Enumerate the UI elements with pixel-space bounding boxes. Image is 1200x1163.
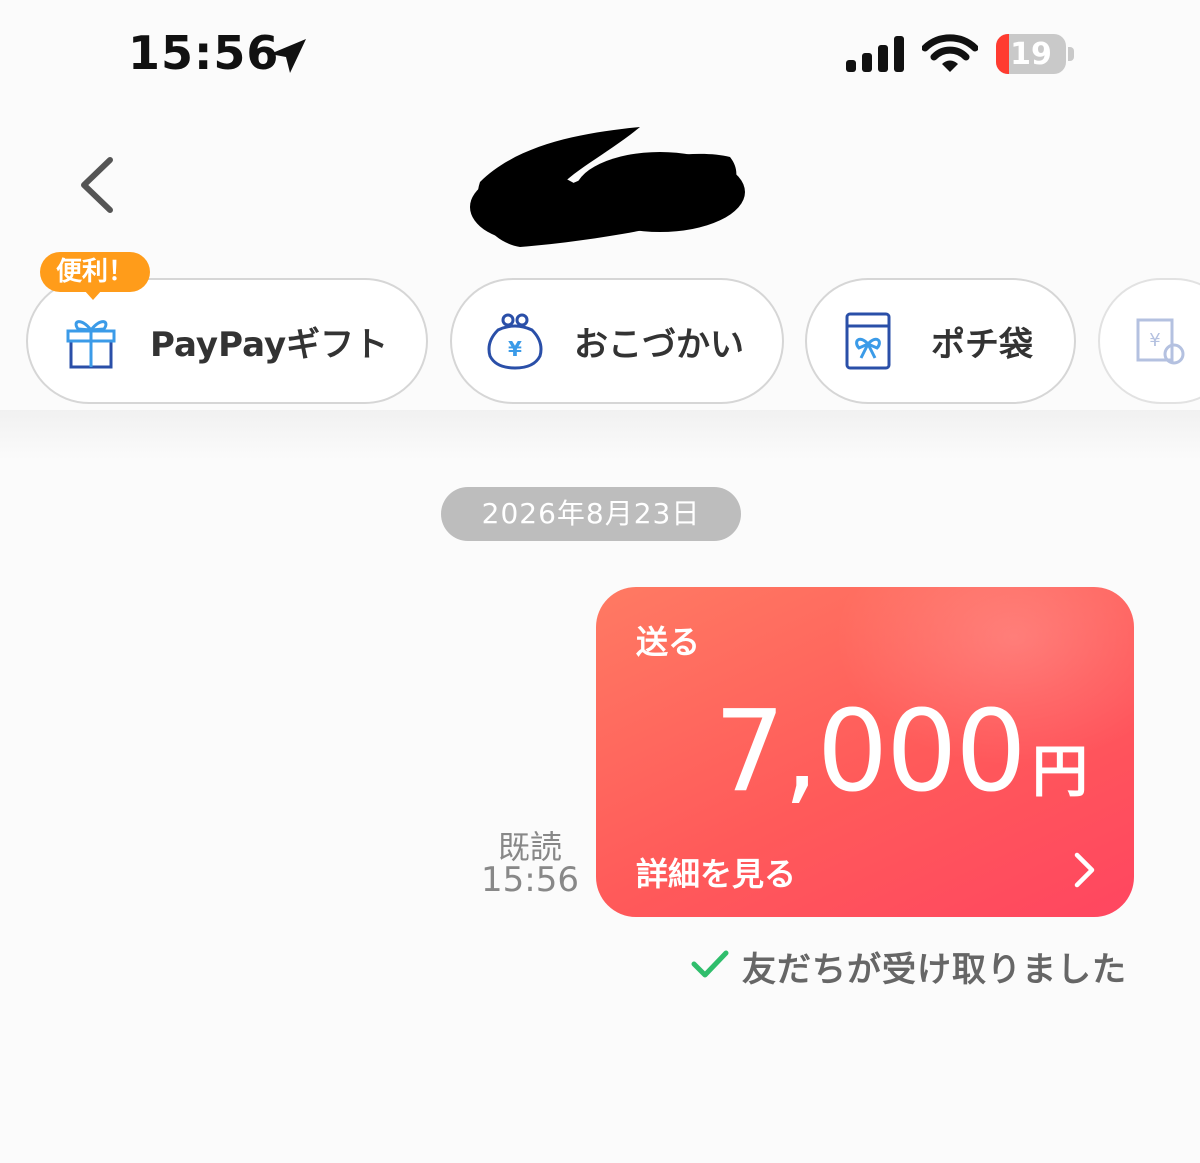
- payment-amount: 7,000: [714, 687, 1027, 817]
- back-button[interactable]: [70, 150, 130, 220]
- location-arrow-icon: [270, 39, 306, 73]
- checkmark-icon: [691, 950, 729, 978]
- payment-type-label: 送る: [636, 623, 701, 661]
- status-time: 15:56: [128, 26, 280, 80]
- contact-name-redaction: [470, 127, 745, 247]
- allowance-label: おこづかい: [574, 324, 744, 365]
- pochi-envelope-button[interactable]: ポチ袋: [805, 278, 1076, 404]
- battery-percentage: 19: [1010, 37, 1052, 72]
- payment-currency: 円: [1032, 740, 1088, 805]
- view-details-link[interactable]: 詳細を見る: [636, 849, 796, 895]
- header-divider-shadow: [0, 410, 1200, 460]
- convenient-badge-tail: [84, 290, 102, 300]
- read-receipt-time: 15:56: [481, 860, 579, 900]
- paypay-gift-label: PayPayギフト: [150, 324, 389, 365]
- more-action-button[interactable]: ¥: [1098, 278, 1200, 404]
- envelope-icon: [845, 312, 891, 370]
- gift-icon: [66, 320, 116, 369]
- coin-purse-icon: ¥: [487, 313, 543, 370]
- pochi-envelope-label: ポチ袋: [931, 324, 1033, 365]
- battery-cap: [1068, 47, 1074, 61]
- cellular-signal-icon: [846, 36, 904, 72]
- wifi-icon: [922, 34, 978, 72]
- svg-text:¥: ¥: [508, 337, 522, 361]
- yen-document-icon: ¥: [1136, 318, 1185, 365]
- battery-indicator: 19: [996, 34, 1066, 74]
- payment-message-card[interactable]: 送る 7,000 円 詳細を見る: [596, 587, 1134, 917]
- svg-text:¥: ¥: [1149, 330, 1160, 351]
- convenient-badge: 便利！: [40, 252, 151, 292]
- date-separator: 2026年8月23日: [441, 487, 741, 541]
- chevron-right-icon: [1074, 852, 1095, 888]
- received-status-text: 友だちが受け取りました: [742, 950, 1127, 990]
- allowance-button[interactable]: ¥ おこづかい: [450, 278, 784, 404]
